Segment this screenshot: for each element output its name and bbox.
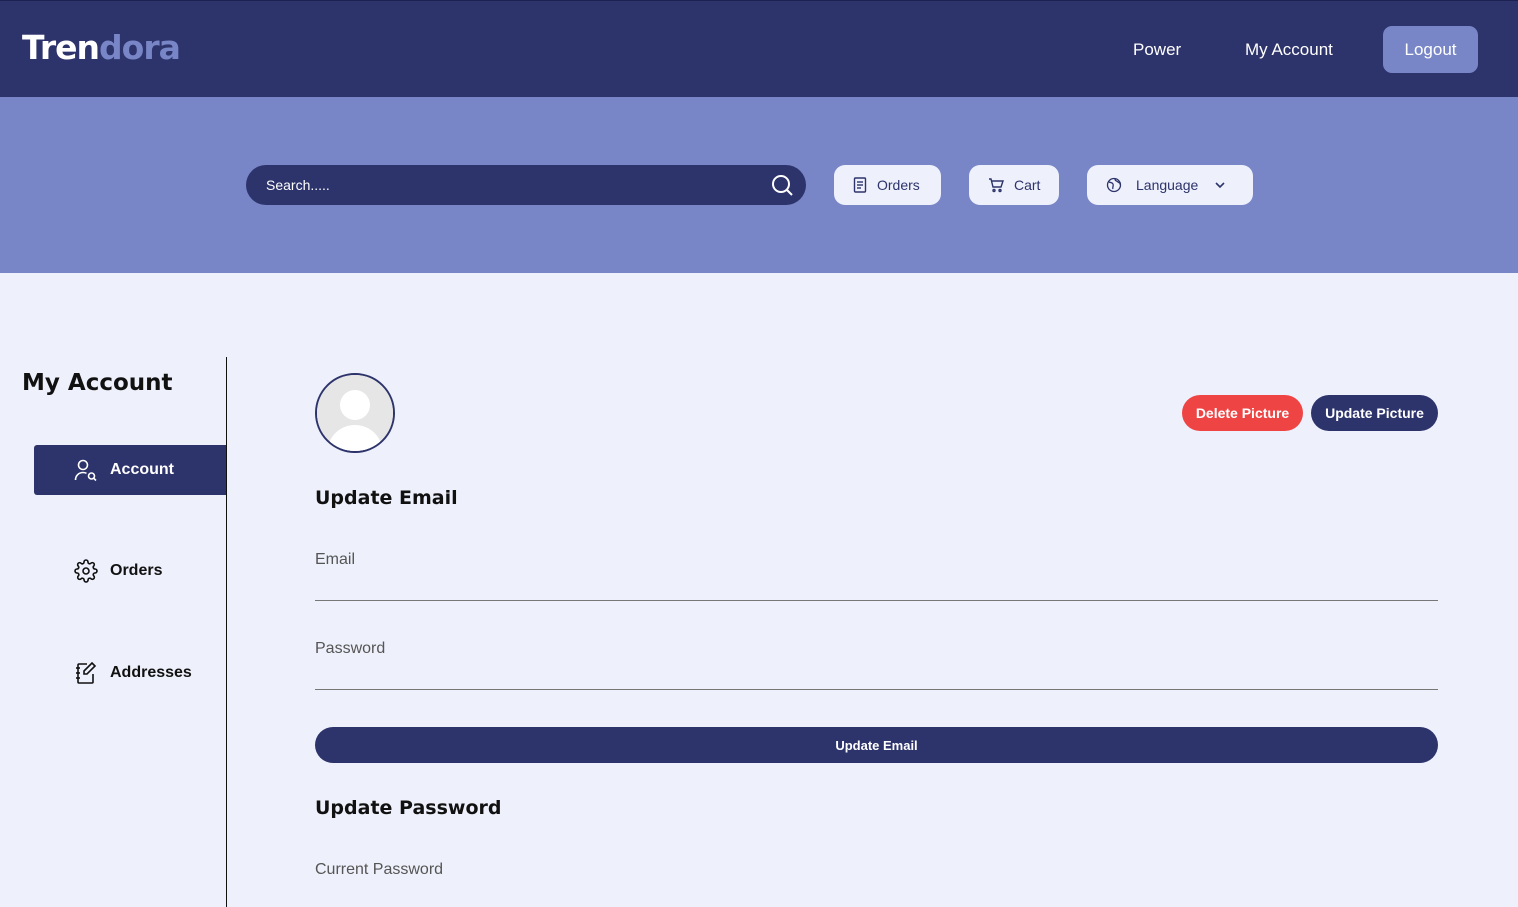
brand-logo[interactable]: Trendora [22,28,181,68]
password-field-placeholder: Password [315,640,386,657]
nav-link-power[interactable]: Power [1133,39,1181,61]
chevron-down-icon [1215,182,1225,189]
update-email-button[interactable]: Update Email [315,727,1438,763]
globe-icon [1106,177,1122,193]
language-dropdown-label: Language [1136,177,1199,193]
current-password-placeholder: Current Password [315,861,444,878]
avatar[interactable] [315,373,395,453]
default-avatar-icon [317,375,393,451]
user-search-icon [74,459,97,482]
search-bar[interactable]: Search..... [246,165,806,205]
sidebar-item-account[interactable]: Account [34,445,226,495]
update-email-title: Update Email [315,487,458,509]
logout-button[interactable]: Logout [1383,26,1478,73]
gear-icon [74,559,98,583]
current-password-field[interactable]: Current Password [315,851,1438,907]
sidebar-item-addresses[interactable]: Addresses [34,648,226,698]
sidebar-divider [226,357,227,907]
top-navbar: Trendora Power My Account Logout [0,0,1518,97]
sidebar-item-label: Account [110,461,174,478]
delete-picture-button[interactable]: Delete Picture [1182,395,1303,431]
search-input[interactable]: Search..... [266,177,330,193]
password-field[interactable]: Password [315,630,1438,690]
nav-link-my-account[interactable]: My Account [1245,39,1333,61]
update-picture-button[interactable]: Update Picture [1311,395,1438,431]
brand-logo-part1: Tren [22,28,100,67]
orders-button-label: Orders [877,177,920,193]
orders-button[interactable]: Orders [834,165,941,205]
sidebar-item-orders[interactable]: Orders [34,546,226,596]
receipt-icon [853,177,867,193]
language-dropdown[interactable]: Language [1087,165,1253,205]
cart-button[interactable]: Cart [969,165,1059,205]
cart-button-label: Cart [1014,177,1041,193]
update-password-title: Update Password [315,797,502,819]
sidebar-item-label: Orders [110,562,163,579]
search-icon[interactable] [770,173,794,197]
search-banner: Search..... Orders Cart Language [0,97,1518,273]
notebook-edit-icon [76,661,97,684]
email-field[interactable]: Email [315,541,1438,601]
sidebar-title: My Account [22,370,173,396]
cart-icon [989,178,1004,193]
brand-logo-part2: dora [99,28,181,67]
sidebar-item-label: Addresses [110,664,192,681]
email-field-placeholder: Email [315,551,356,568]
